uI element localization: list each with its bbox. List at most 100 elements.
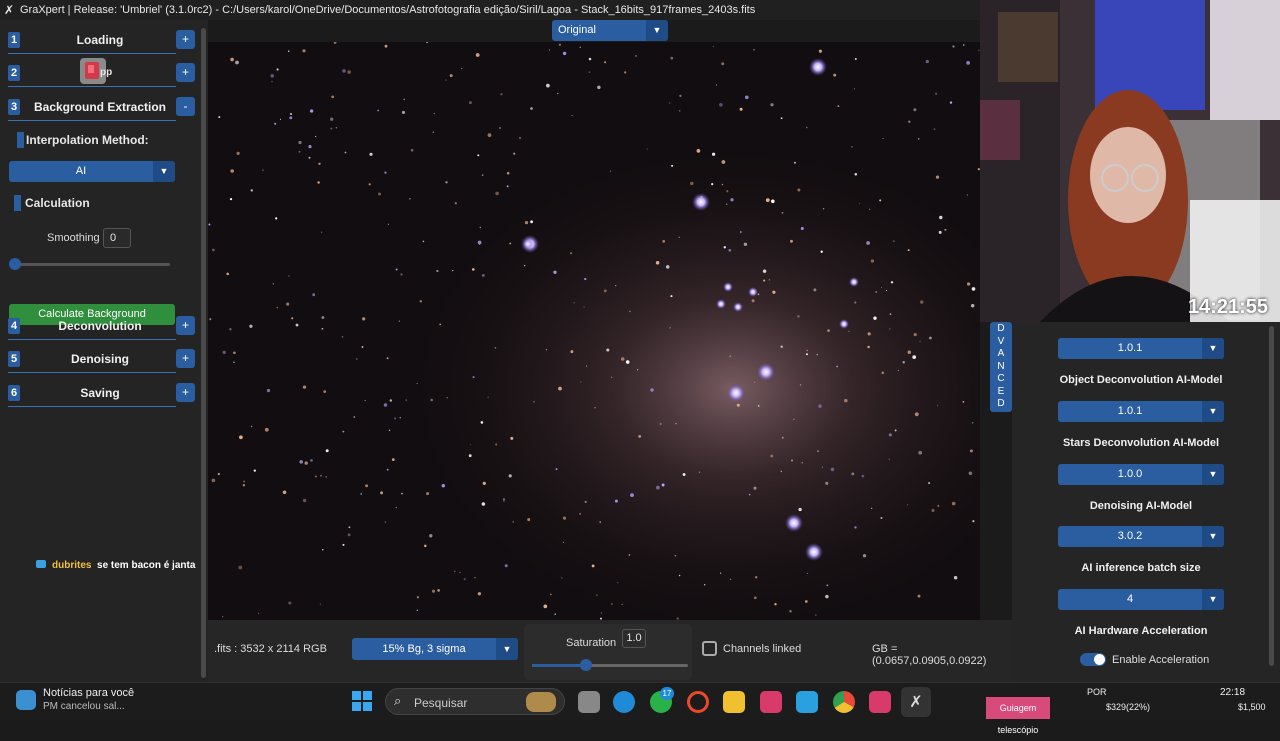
star bbox=[321, 327, 324, 330]
viewer-header bbox=[668, 20, 980, 42]
news-icon[interactable] bbox=[16, 690, 36, 710]
step-denoising[interactable]: 5 Denoising + bbox=[0, 349, 200, 379]
clock-time[interactable]: 22:18 bbox=[1220, 687, 1245, 698]
opera-icon[interactable] bbox=[687, 691, 709, 713]
app-pink-icon[interactable] bbox=[760, 691, 782, 713]
step-deconvolution[interactable]: 4 Deconvolution + bbox=[0, 316, 200, 346]
search-highlight-icon bbox=[526, 692, 556, 712]
graxpert-taskbar-icon[interactable]: ✗ bbox=[901, 687, 931, 717]
panel-scrollbar[interactable] bbox=[1269, 326, 1274, 666]
star bbox=[388, 429, 391, 432]
stars-deconv-select[interactable]: 1.0.0 ▼ bbox=[1058, 464, 1224, 485]
star bbox=[510, 436, 514, 440]
expand-button[interactable]: + bbox=[176, 63, 195, 82]
star bbox=[711, 183, 714, 186]
star bbox=[917, 594, 921, 598]
news-title[interactable]: Notícias para você bbox=[43, 687, 134, 699]
star bbox=[880, 286, 883, 289]
star bbox=[670, 56, 674, 60]
windows-start-icon[interactable] bbox=[352, 691, 372, 711]
divider bbox=[8, 86, 176, 87]
expand-button[interactable]: + bbox=[176, 30, 195, 49]
interpolation-label: Interpolation Method: bbox=[26, 133, 149, 147]
edge-icon[interactable] bbox=[613, 691, 635, 713]
star bbox=[913, 108, 917, 112]
section-marker bbox=[17, 132, 24, 148]
star bbox=[888, 458, 890, 460]
batch-select[interactable]: 4 ▼ bbox=[1058, 589, 1224, 610]
star bbox=[553, 270, 557, 274]
star bbox=[431, 589, 436, 593]
step-background-extraction[interactable]: 3 Background Extraction - bbox=[0, 97, 200, 127]
star bbox=[226, 272, 229, 276]
star bbox=[562, 541, 565, 544]
star bbox=[913, 333, 917, 337]
star bbox=[873, 316, 877, 320]
star bbox=[271, 80, 273, 83]
star bbox=[470, 443, 472, 446]
step-saving[interactable]: 6 Saving + bbox=[0, 383, 200, 413]
star bbox=[678, 110, 681, 112]
star bbox=[617, 582, 619, 584]
slider-handle[interactable] bbox=[580, 659, 592, 671]
interpolation-select[interactable]: AI ▼ bbox=[9, 161, 175, 182]
task-view-icon[interactable] bbox=[578, 691, 600, 713]
expand-button[interactable]: + bbox=[176, 316, 195, 335]
denoising-select[interactable]: 3.0.2 ▼ bbox=[1058, 526, 1224, 547]
star bbox=[383, 403, 388, 407]
star bbox=[615, 285, 617, 287]
divider bbox=[8, 339, 176, 340]
star bbox=[446, 397, 448, 399]
image-viewer[interactable] bbox=[208, 42, 980, 620]
star bbox=[952, 45, 955, 48]
hw-accel-toggle[interactable] bbox=[1080, 653, 1106, 666]
smoothing-slider[interactable] bbox=[9, 258, 170, 270]
star bbox=[670, 295, 673, 298]
slider-handle[interactable] bbox=[9, 258, 21, 270]
star bbox=[890, 281, 894, 284]
search-box[interactable]: ⌕ Pesquisar bbox=[385, 688, 565, 715]
step-loading[interactable]: 1 Loading + bbox=[0, 30, 200, 60]
star bbox=[322, 549, 324, 551]
star bbox=[875, 290, 878, 294]
smoothing-input[interactable]: 0 bbox=[103, 228, 131, 248]
star bbox=[218, 116, 221, 119]
star bbox=[481, 273, 485, 277]
stretch-select[interactable]: 15% Bg, 3 sigma ▼ bbox=[352, 638, 518, 660]
news-subtitle[interactable]: PM cancelou sal... bbox=[43, 701, 125, 712]
language-indicator[interactable]: POR bbox=[1087, 687, 1107, 697]
advanced-tab[interactable]: DVANCED bbox=[990, 322, 1012, 412]
file-explorer-icon[interactable] bbox=[723, 691, 745, 713]
sidebar-scrollbar[interactable] bbox=[201, 28, 206, 678]
step-crop[interactable]: 2 pp + bbox=[0, 58, 200, 93]
collapse-button[interactable]: - bbox=[176, 97, 195, 116]
star bbox=[770, 454, 774, 458]
star bbox=[806, 126, 808, 129]
expand-button[interactable]: + bbox=[176, 349, 195, 368]
section-marker bbox=[14, 195, 21, 211]
star bbox=[571, 114, 573, 117]
star bbox=[698, 471, 701, 473]
star bbox=[276, 68, 279, 71]
channels-linked-checkbox[interactable] bbox=[702, 641, 717, 656]
app-blue-icon[interactable] bbox=[796, 691, 818, 713]
bright-star bbox=[692, 193, 710, 211]
chat-message: dubrites se tem bacon é janta bbox=[36, 560, 195, 571]
object-deconv-select[interactable]: 1.0.1 ▼ bbox=[1058, 401, 1224, 422]
star bbox=[968, 471, 973, 476]
saturation-input[interactable]: 1.0 bbox=[622, 629, 646, 648]
display-mode-select[interactable]: Original ▼ bbox=[552, 20, 668, 41]
app-pink-2-icon[interactable] bbox=[869, 691, 891, 713]
star bbox=[238, 565, 243, 570]
star bbox=[799, 384, 802, 386]
expand-button[interactable]: + bbox=[176, 383, 195, 402]
bge-model-select[interactable]: 1.0.1 ▼ bbox=[1058, 338, 1224, 359]
star bbox=[804, 600, 808, 603]
star bbox=[606, 348, 610, 352]
star bbox=[704, 584, 706, 586]
star bbox=[441, 483, 446, 488]
star bbox=[276, 306, 279, 309]
saturation-slider[interactable] bbox=[532, 659, 688, 671]
star bbox=[817, 450, 819, 452]
chrome-icon[interactable] bbox=[833, 691, 855, 713]
